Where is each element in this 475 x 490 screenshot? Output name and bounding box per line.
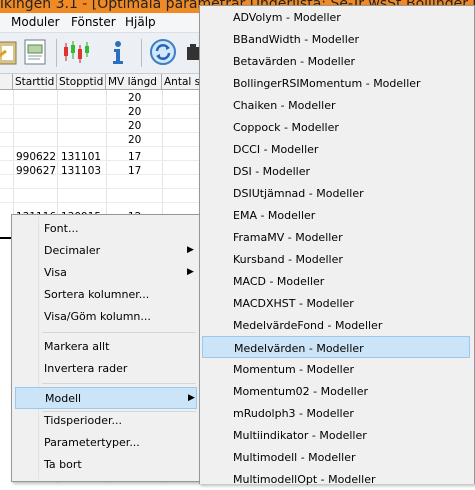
column-header-mv-langd[interactable]: MV längd [106,74,162,90]
submenu-item-dsi[interactable]: DSI - Modeller [202,160,470,182]
submenu-item-betavarden[interactable]: Betavärden - Modeller [202,50,470,72]
table-cell[interactable]: 131103 [61,164,101,178]
submenu-item-dsiutjamnad[interactable]: DSIUtjämnad - Modeller [202,182,470,204]
menu-item-parametertyper[interactable]: Parametertyper... [15,432,197,454]
menu-item-ta-bort[interactable]: Ta bort [15,454,197,476]
menu-separator [42,332,196,333]
submenu-arrow-icon: ▶ [187,267,194,277]
column-header-starttid[interactable]: Starttid [13,74,57,90]
menu-item-invertera-rader[interactable]: Invertera rader [15,358,197,380]
row-header-corner [0,74,13,90]
submenu-item-momentum[interactable]: Momentum - Modeller [202,358,470,380]
submenu-item-ema[interactable]: EMA - Modeller [202,204,470,226]
submenu-item-bbandwidth[interactable]: BBandWidth - Modeller [202,28,470,50]
menu-item-decimaler[interactable]: Decimaler ▶ [15,240,197,262]
submenu-item-coppock[interactable]: Coppock - Modeller [202,116,470,138]
submenu-item-momentum02[interactable]: Momentum02 - Modeller [202,380,470,402]
submenu-item-advolym[interactable]: ADVolym - Modeller [202,6,470,28]
menu-item-font[interactable]: Font... [15,218,197,240]
clipboard-icon[interactable] [0,37,22,67]
row-marker [0,237,11,239]
submenu-item-medelvardefond[interactable]: MedelvärdeFond - Modeller [202,314,470,336]
table-cell[interactable]: 17 [128,164,141,178]
table-cell[interactable]: 131101 [61,150,101,164]
column-header-stopptid[interactable]: Stopptid [57,74,106,90]
submenu-arrow-icon: ▶ [187,245,194,255]
table-cell[interactable]: 20 [128,119,141,133]
submenu-item-multiindikator[interactable]: Multiindikator - Modeller [202,424,470,446]
table-cell[interactable]: 20 [128,105,141,119]
menu-separator [42,383,196,384]
submenu-item-multimodell[interactable]: Multimodell - Modeller [202,446,470,468]
context-menu: Font... Decimaler ▶ Visa ▶ Sortera kolumne… [11,214,201,482]
menu-item-markera-allt[interactable]: Markera allt [15,336,197,358]
refresh-icon[interactable] [148,37,178,67]
submenu-item-macd[interactable]: MACD - Modeller [202,270,470,292]
submenu-item-chaiken[interactable]: Chaiken - Modeller [202,94,470,116]
menu-fonster[interactable]: Fönster [71,15,116,29]
table-cell[interactable]: 990622 [16,150,56,164]
table-cell[interactable]: 20 [128,91,141,105]
submenu-item-mrudolph3[interactable]: mRudolph3 - Modeller [202,402,470,424]
candlestick-chart-icon[interactable] [62,37,92,67]
toolbar-separator [141,39,142,67]
menu-item-modell[interactable]: Modell ▶ [15,387,197,409]
toolbar-separator [56,39,57,67]
submenu-item-multimodellopt[interactable]: MultimodellOpt - Modeller [202,468,470,490]
menu-hjalp[interactable]: Hjälp [125,15,156,29]
menu-item-visa[interactable]: Visa ▶ [15,262,197,284]
submenu-arrow-icon: ▶ [188,393,195,403]
submenu-item-bollingerrsimomentum[interactable]: BollingerRSIMomentum - Modeller [202,72,470,94]
document-icon[interactable] [20,37,50,67]
column-header-antal[interactable]: Antal s [162,74,202,90]
menu-item-sortera-kolumner[interactable]: Sortera kolumner... [15,284,197,306]
menu-item-visa-gom-kolumn[interactable]: Visa/Göm kolumn... [15,306,197,328]
info-icon[interactable] [103,37,133,67]
submenu-item-dcci[interactable]: DCCI - Modeller [202,138,470,160]
submenu-item-macdxhst[interactable]: MACDXHST - Modeller [202,292,470,314]
menu-moduler[interactable]: Moduler [11,15,60,29]
menu-item-tidsperioder[interactable]: Tidsperioder... [15,410,197,432]
table-cell[interactable]: 20 [128,133,141,147]
table-cell[interactable]: 990627 [16,164,56,178]
submenu-item-framamv[interactable]: FramaMV - Modeller [202,226,470,248]
modell-submenu: ADVolym - Modeller BBandWidth - Modeller… [199,5,475,486]
table-cell[interactable]: 17 [128,150,141,164]
submenu-item-medelvarden[interactable]: Medelvärden - Modeller [202,336,470,358]
submenu-item-kursband[interactable]: Kursband - Modeller [202,248,470,270]
